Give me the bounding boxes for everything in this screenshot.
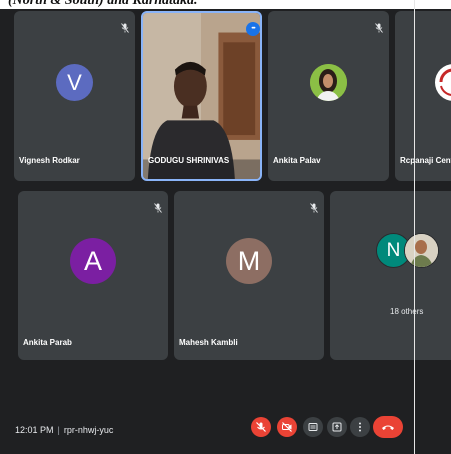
- bottom-bar: 12:01 PM | rpr-nhwj-yuc: [0, 405, 451, 454]
- participant-name: Ankita Palav: [273, 156, 321, 165]
- meeting-info: 12:01 PM | rpr-nhwj-yuc: [15, 425, 113, 435]
- present-icon: [332, 422, 342, 432]
- participant-name: GODUGU SHRINIVAS: [148, 156, 230, 165]
- divider-line: [414, 0, 415, 454]
- mic-muted-icon: [375, 23, 383, 33]
- avatar: M: [226, 238, 272, 284]
- participant-name: Ankita Parab: [23, 338, 72, 347]
- end-call-button[interactable]: [373, 416, 403, 438]
- avatar: [310, 64, 347, 101]
- meeting-code[interactable]: rpr-nhwj-yuc: [64, 425, 114, 435]
- more-options-icon[interactable]: •••: [246, 22, 260, 36]
- participant-name: Rcpanaji Centre: [400, 156, 451, 165]
- present-screen-button[interactable]: [327, 417, 347, 437]
- avatar: A: [70, 238, 116, 284]
- participant-name: Vignesh Rodkar: [19, 156, 80, 165]
- avatar: V: [56, 64, 93, 101]
- mic-toggle-button[interactable]: [251, 417, 271, 437]
- more-options-button[interactable]: [350, 417, 370, 437]
- captions-icon: [308, 423, 318, 431]
- mic-muted-icon: [154, 203, 162, 213]
- participant-tile[interactable]: Ankita Palav: [268, 11, 389, 181]
- avatar-initial: N: [386, 239, 401, 261]
- hang-up-icon: [382, 425, 394, 430]
- avatar-initial: A: [83, 245, 102, 276]
- participant-tile-active[interactable]: ••• GODUGU SHRINIVAS: [141, 11, 262, 181]
- participant-tile[interactable]: M Mahesh Kambli: [174, 191, 324, 360]
- mic-muted-icon: [121, 23, 129, 33]
- camera-off-icon: [282, 422, 292, 432]
- camera-toggle-button[interactable]: [277, 417, 297, 437]
- avatar-initial: V: [67, 69, 82, 95]
- avatar: [435, 64, 451, 101]
- separator: |: [57, 425, 60, 435]
- avatar-initial: M: [237, 245, 261, 276]
- caption-text: (North & South) and Karnataka.: [8, 0, 198, 8]
- video-feed: [143, 13, 260, 179]
- participant-tile[interactable]: V Vignesh Rodkar: [14, 11, 135, 181]
- avatar-photo: [404, 233, 439, 268]
- participant-tile[interactable]: A Ankita Parab: [18, 191, 168, 360]
- mic-off-icon: [256, 422, 266, 432]
- more-vertical-icon: [359, 422, 361, 432]
- caption-strip: (North & South) and Karnataka.: [0, 0, 451, 9]
- meeting-time: 12:01 PM: [15, 425, 54, 435]
- participant-name: Mahesh Kambli: [179, 338, 238, 347]
- others-count: 18 others: [390, 307, 424, 316]
- mic-muted-icon: [310, 203, 318, 213]
- captions-button[interactable]: [303, 417, 323, 437]
- others-tile[interactable]: N 18 others: [330, 191, 451, 360]
- participant-tile[interactable]: Rcpanaji Centre: [395, 11, 451, 181]
- more-options-glyph: •••: [251, 26, 255, 32]
